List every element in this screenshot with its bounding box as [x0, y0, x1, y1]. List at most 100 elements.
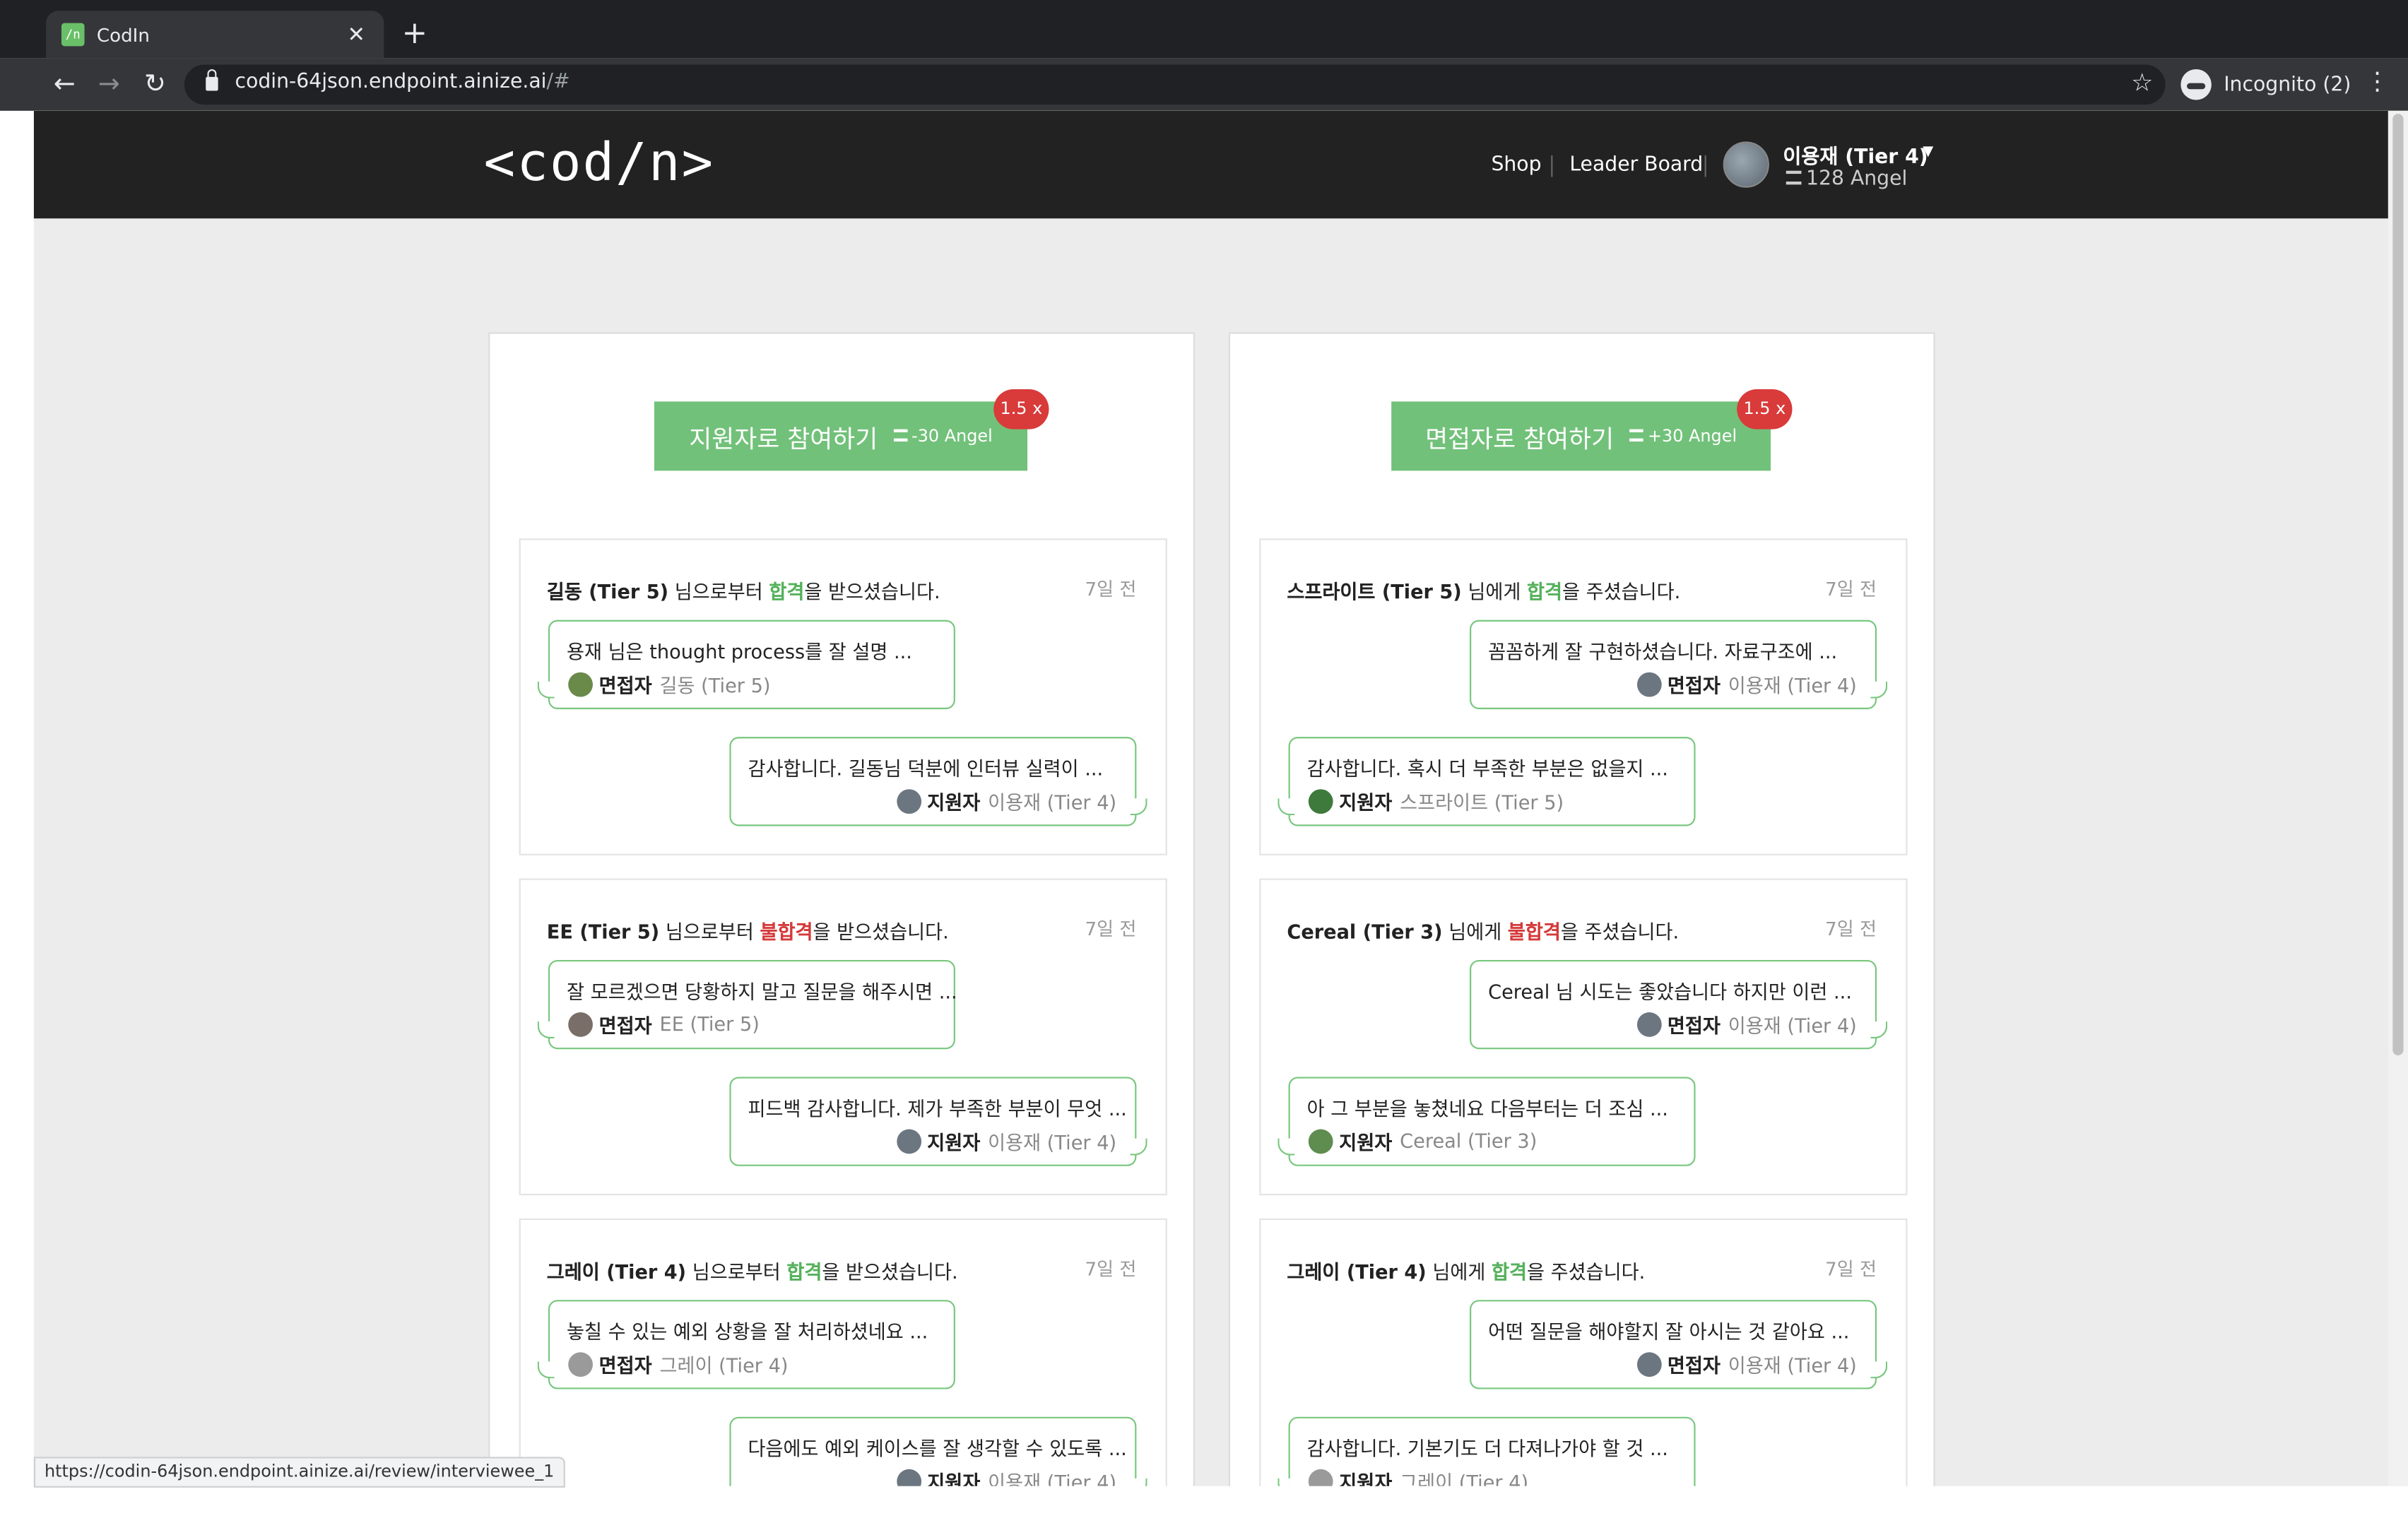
review-card[interactable]: 스프라이트 (Tier 5) 님에게 합격을 주셨습니다. 7일 전 꼼꼼하게 … — [1259, 538, 1908, 855]
result-pass: 합격 — [769, 580, 805, 603]
applicant-reply-bubble[interactable]: 감사합니다. 혹시 더 부족한 부분은 없을지 ... 지원자 스프라이트 (Ti… — [1277, 737, 1696, 826]
interviewer-feedback-bubble[interactable]: 꼼꼼하게 잘 구현하셨습니다. 자료구조에 ... 면접자 이용재 (Tier 4… — [1470, 620, 1888, 709]
nav-shop-link[interactable]: Shop — [1491, 154, 1541, 177]
reply-text: 다음에도 예외 케이스를 잘 생각할 수 있도록 ... — [748, 1437, 1127, 1460]
interviewer-feedback-bubble[interactable]: Cereal 님 시도는 좋았습니다 하지만 이런 ... 면접자 이용재 (Ti… — [1470, 959, 1888, 1050]
review-summary: 그레이 (Tier 4) 님으로부터 합격을 받으셨습니다. — [546, 1260, 958, 1284]
browser-tab[interactable]: /n CodIn ✕ — [46, 11, 384, 59]
reply-text: 감사합니다. 혹시 더 부족한 부분은 없을지 ... — [1306, 757, 1668, 781]
interviewer-feedback-bubble[interactable]: 용재 님은 thought process를 잘 설명 ... 면접자 길동 (T… — [537, 620, 955, 709]
review-time: 7일 전 — [1825, 1258, 1877, 1280]
close-tab-icon[interactable]: ✕ — [344, 23, 369, 47]
user-menu-caret-icon[interactable]: ▼ — [1923, 145, 1933, 160]
reply-text: 감사합니다. 길동님 덕분에 인터뷰 실력이 ... — [748, 757, 1104, 781]
incognito-profile-button[interactable]: Incognito (2) — [2180, 64, 2351, 105]
result-pass: 합격 — [1491, 1260, 1528, 1284]
result-fail: 불합격 — [760, 920, 813, 943]
avatar — [1636, 1351, 1662, 1377]
browser-toolbar: ← → ↻ codin-64json.endpoint.ainize.ai/# … — [0, 58, 2408, 111]
feedback-text: Cereal 님 시도는 좋았습니다 하지만 이런 ... — [1488, 980, 1852, 1003]
avatar — [1636, 1011, 1662, 1036]
avatar — [896, 788, 921, 813]
reply-text: 아 그 부분을 놓쳤네요 다음부터는 더 조심 ... — [1306, 1096, 1668, 1120]
applicant-reply-bubble[interactable]: 감사합니다. 기본기도 더 다져나가야 할 것 ... 지원자 그레이 (Tier… — [1277, 1416, 1696, 1486]
applicant-column: 지원자로 참여하기 -30 Angel 1.5 x 길동 (Tier 5) 님으… — [488, 332, 1195, 1486]
applicant-reply-bubble[interactable]: 아 그 부분을 놓쳤네요 다음부터는 더 조심 ... 지원자 Cereal (T… — [1277, 1077, 1696, 1166]
interviewer-column: 면접자로 참여하기 +30 Angel 1.5 x 스프라이트 (Tier 5)… — [1228, 332, 1935, 1486]
applicant-reply-bubble[interactable]: 피드백 감사합니다. 제가 부족한 부분이 무엇 ... 지원자 이용재 (Tie… — [729, 1077, 1147, 1166]
browser-menu-icon[interactable]: ⋮ — [2365, 66, 2390, 95]
interviewer-feedback-bubble[interactable]: 놓칠 수 있는 예외 상황을 잘 처리하셨네요 ... 면접자 그레이 (Tier… — [537, 1300, 955, 1389]
avatar — [896, 1468, 921, 1486]
lock-icon — [206, 69, 218, 91]
user-name[interactable]: 이용재 (Tier 4) — [1783, 140, 1928, 170]
reply-text: 피드백 감사합니다. 제가 부족한 부분이 무엇 ... — [748, 1096, 1127, 1120]
result-fail: 불합격 — [1507, 920, 1561, 943]
reply-author: 지원자 이용재 (Tier 4) — [896, 1126, 1116, 1155]
review-time: 7일 전 — [1085, 918, 1137, 940]
feedback-author: 면접자 길동 (Tier 5) — [568, 669, 771, 698]
coin-stack-icon — [1786, 170, 1802, 185]
tree-icon — [1308, 788, 1333, 813]
join-as-applicant-button[interactable]: 지원자로 참여하기 -30 Angel 1.5 x — [654, 389, 1049, 471]
bookmark-star-icon[interactable]: ☆ — [2131, 68, 2153, 97]
site-header: <cod/n> Shop Leader Board 이용재 (Tier 4) ▼… — [33, 110, 2408, 219]
review-card[interactable]: 그레이 (Tier 4) 님에게 합격을 주셨습니다. 7일 전 어떤 질문을 … — [1259, 1218, 1908, 1486]
link-status-bar: https://codin-64json.endpoint.ainize.ai/… — [33, 1457, 565, 1488]
review-card[interactable]: Cereal (Tier 3) 님에게 불합격을 주셨습니다. 7일 전 Cer… — [1259, 878, 1908, 1196]
feedback-author: 면접자 EE (Tier 5) — [568, 1009, 760, 1038]
avatar — [568, 1351, 593, 1377]
avatar — [568, 1011, 593, 1036]
reply-author: 지원자 그레이 (Tier 4) — [1308, 1466, 1528, 1486]
feedback-author: 면접자 그레이 (Tier 4) — [568, 1349, 789, 1378]
address-bar[interactable]: codin-64json.endpoint.ainize.ai/# ☆ — [184, 64, 2166, 105]
feedback-text: 용재 님은 thought process를 잘 설명 ... — [567, 639, 912, 663]
applicant-reply-bubble[interactable]: 다음에도 예외 케이스를 잘 생각할 수 있도록 ... 지원자 이용재 (Tie… — [729, 1416, 1147, 1486]
feedback-author: 면접자 이용재 (Tier 4) — [1636, 1349, 1857, 1378]
site-favicon-icon: /n — [61, 23, 85, 47]
review-time: 7일 전 — [1825, 918, 1877, 940]
new-tab-icon[interactable]: + — [399, 14, 430, 51]
review-time: 7일 전 — [1825, 578, 1877, 600]
reply-author: 지원자 이용재 (Tier 4) — [896, 786, 1116, 815]
avatar — [1308, 1128, 1333, 1154]
feedback-author: 면접자 이용재 (Tier 4) — [1636, 1009, 1857, 1038]
multiplier-badge: 1.5 x — [993, 389, 1049, 429]
applicant-reply-bubble[interactable]: 감사합니다. 길동님 덕분에 인터뷰 실력이 ... 지원자 이용재 (Tier … — [729, 737, 1147, 826]
feedback-text: 잘 모르겠으면 당황하지 말고 질문을 해주시면 ... — [567, 980, 957, 1003]
avatar — [896, 1128, 921, 1154]
review-summary: 길동 (Tier 5) 님으로부터 합격을 받으셨습니다. — [546, 580, 940, 603]
avatar — [1636, 671, 1662, 697]
avatar — [568, 671, 593, 697]
review-summary: 그레이 (Tier 4) 님에게 합격을 주셨습니다. — [1287, 1260, 1646, 1284]
result-pass: 합격 — [1526, 580, 1562, 603]
review-summary: 스프라이트 (Tier 5) 님에게 합격을 주셨습니다. — [1287, 580, 1681, 603]
review-time: 7일 전 — [1085, 1258, 1137, 1280]
review-card[interactable]: EE (Tier 5) 님으로부터 불합격을 받으셨습니다. 7일 전 잘 모르… — [519, 878, 1167, 1196]
reload-icon[interactable]: ↻ — [138, 68, 172, 102]
incognito-label: Incognito (2) — [2224, 73, 2351, 97]
join-as-interviewer-button[interactable]: 면접자로 참여하기 +30 Angel 1.5 x — [1391, 389, 1793, 471]
interviewer-feedback-bubble[interactable]: 잘 모르겠으면 당황하지 말고 질문을 해주시면 ... 면접자 EE (Tier… — [537, 959, 957, 1050]
review-card[interactable]: 그레이 (Tier 4) 님으로부터 합격을 받으셨습니다. 7일 전 놓칠 수… — [519, 1218, 1167, 1486]
page-scrollbar[interactable] — [2388, 110, 2408, 1486]
browser-tab-strip: /n CodIn ✕ + — [0, 0, 2408, 59]
review-card[interactable]: 길동 (Tier 5) 님으로부터 합격을 받으셨습니다. 7일 전 용재 님은… — [519, 538, 1167, 855]
review-summary: EE (Tier 5) 님으로부터 불합격을 받으셨습니다. — [546, 920, 949, 943]
forward-arrow-icon[interactable]: → — [92, 68, 126, 102]
page-content: <cod/n> Shop Leader Board 이용재 (Tier 4) ▼… — [33, 110, 2408, 1486]
nav-divider — [1704, 155, 1706, 177]
codin-logo[interactable]: <cod/n> — [484, 132, 715, 194]
result-pass: 합격 — [786, 1260, 822, 1284]
coin-stack-icon — [892, 429, 907, 442]
back-arrow-icon[interactable]: ← — [47, 68, 81, 102]
multiplier-badge: 1.5 x — [1737, 389, 1793, 429]
reply-author: 지원자 스프라이트 (Tier 5) — [1308, 786, 1564, 815]
user-avatar[interactable] — [1723, 141, 1769, 188]
feedback-text: 놓칠 수 있는 예외 상황을 잘 처리하셨네요 ... — [567, 1320, 928, 1344]
scrollbar-thumb[interactable] — [2392, 114, 2404, 1055]
reply-text: 감사합니다. 기본기도 더 다져나가야 할 것 ... — [1306, 1437, 1668, 1460]
interviewer-feedback-bubble[interactable]: 어떤 질문을 해야할지 잘 아시는 것 같아요 ... 면접자 이용재 (Tier… — [1470, 1300, 1888, 1389]
feedback-author: 면접자 이용재 (Tier 4) — [1636, 669, 1857, 698]
nav-leaderboard-link[interactable]: Leader Board — [1569, 154, 1703, 177]
